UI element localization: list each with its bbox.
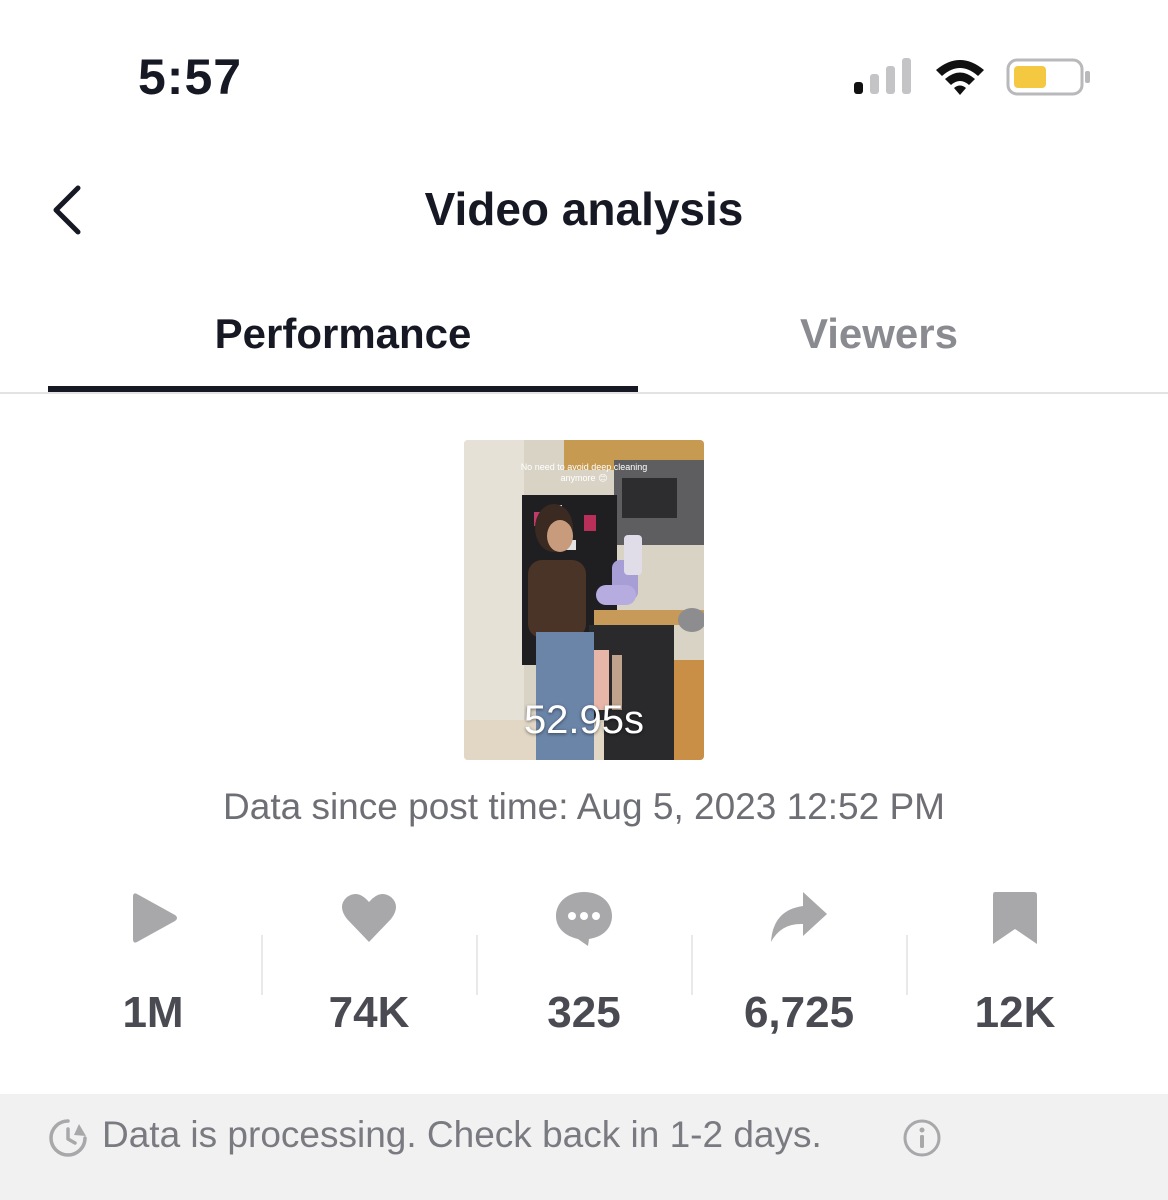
active-tab-indicator [48,386,638,392]
cellular-signal-icon [854,58,911,94]
post-time: Data since post time: Aug 5, 2023 12:52 … [223,786,945,827]
play-icon [133,893,177,943]
processing-message: Data is processing. Check back in 1-2 da… [102,1114,822,1155]
tab-viewers[interactable]: Viewers [640,310,1118,358]
header: Video analysis [0,160,1168,260]
status-time: 5:57 [138,49,243,105]
info-icon[interactable] [902,1118,942,1158]
stat-likes: 74K [261,880,477,1050]
page-title: Video analysis [424,183,744,235]
stat-saves: 12K [907,880,1123,1050]
battery-icon [1006,58,1090,96]
comment-icon [556,892,612,946]
saves-count: 12K [974,988,1056,1037]
stats-row: 1M 74K 325 6,725 12K [45,880,1123,1050]
likes-count: 74K [328,988,410,1037]
stat-views: 1M [45,880,261,1050]
video-duration: 52.95s [523,698,645,742]
tab-bar: Performance Viewers [0,290,1168,394]
status-bar: 5:57 [0,0,1168,150]
wifi-icon [936,60,984,95]
stat-comments: 325 [476,880,692,1050]
views-count: 1M [122,988,184,1037]
tab-performance[interactable]: Performance [48,310,638,358]
share-icon [771,892,827,942]
video-thumbnail[interactable]: No need to avoid deep cleaning anymore 😊… [464,440,704,760]
heart-icon [342,893,396,942]
shares-count: 6,725 [743,988,855,1037]
video-caption: No need to avoid deep cleaning anymore 😊 [520,462,648,483]
processing-clock-icon [49,1119,87,1157]
stat-shares: 6,725 [691,880,907,1050]
bookmark-icon [993,892,1037,944]
processing-notice: Data is processing. Check back in 1-2 da… [0,1094,1168,1200]
comments-count: 325 [547,988,621,1037]
